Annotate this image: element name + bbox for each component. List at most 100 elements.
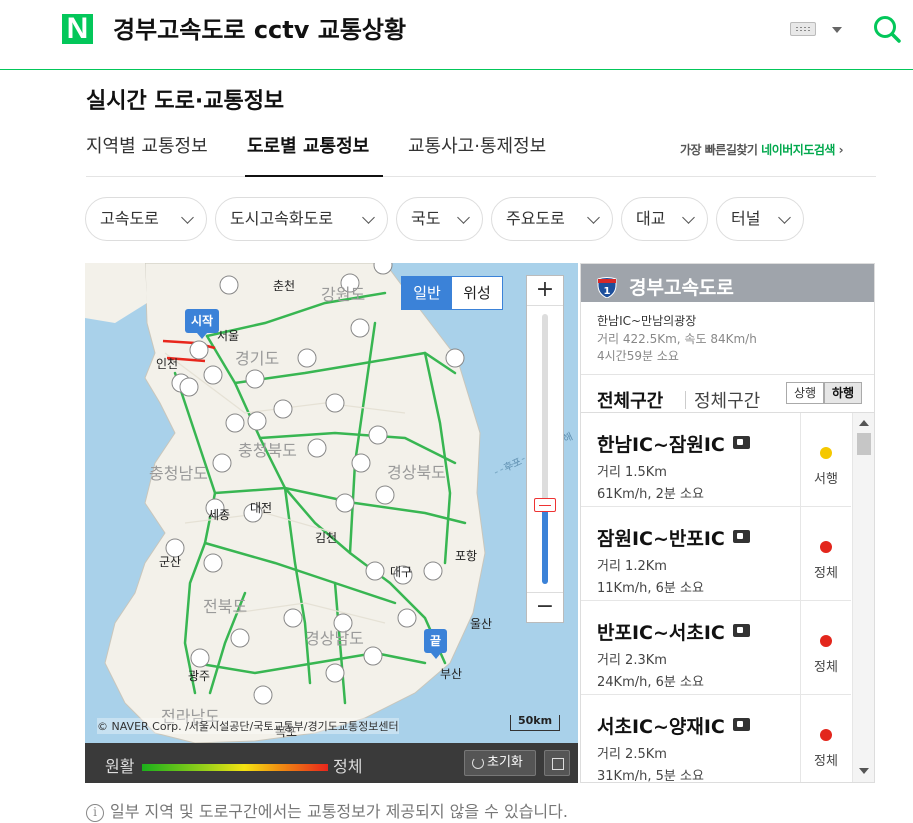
notice: i 일부 지역 및 도로구간에서는 교통정보가 제공되지 않을 수 있습니다. [86,798,568,822]
filter-bridge[interactable]: 대교 [621,197,708,241]
route-summary: 거리 422.5Km, 속도 84Km/h 4시간59분 소요 [597,331,757,365]
segment-distance: 거리 1.2Km [597,559,667,574]
highway-shield-icon: 1 [597,277,617,298]
direction-up-button[interactable]: 상행 [786,382,824,404]
subtabs-divider [581,374,874,375]
segment-divider [800,507,801,601]
map-label-city: 인천 [156,357,179,371]
segment-speed: 31Km/h, 5분 소요 [597,769,704,783]
segment-divider [800,695,801,782]
tab-accidents[interactable]: 교통사고·통제정보 [408,132,546,158]
road-info-panel: 1 경부고속도로 한남IC~만남의광장 거리 422.5Km, 속도 84Km/… [580,263,875,783]
legend-jam-label: 정체 [333,757,363,776]
chevron-down-icon [181,211,194,224]
naver-map-search-link[interactable]: 네이버지도검색 [761,143,835,157]
segment-name: 서초IC~양재IC [597,716,725,738]
search-header: N 경부고속도로 cctv 교통상황 [0,0,913,70]
map-label-prov: 경상남도 [305,629,364,648]
chevron-down-icon [362,211,375,224]
filter-tunnel[interactable]: 터널 [716,197,804,241]
map-label-city: 대구 [390,565,413,579]
map-label-city: 포항 [455,549,478,563]
subtab-separator [685,391,686,409]
segment-row[interactable]: 서초IC~양재IC 거리 2.5Km 31Km/h, 5분 소요 정체 [581,695,851,783]
traffic-map[interactable]: 춘천 강원도 서울 인천 경기도 충청북도 충청남도 경상북도 대전 세종 김천 포항 군산 대구 전북도 경… [85,263,578,743]
cctv-icon[interactable] [732,530,750,543]
segment-speed: 11Km/h, 6분 소요 [597,581,704,596]
segment-divider [800,413,801,507]
scroll-up-icon[interactable] [859,420,869,426]
cctv-icon[interactable] [732,718,750,731]
cctv-icon[interactable] [732,436,750,449]
end-pin[interactable]: 끝 [424,629,448,659]
chevron-down-icon [682,211,695,224]
maptype-normal[interactable]: 일반 [402,277,452,309]
filter-national-road[interactable]: 국도 [396,197,483,241]
map-label-prov: 강원도 [321,285,366,304]
segment-row[interactable]: 한남IC~잠원IC 거리 1.5Km 61Km/h, 2분 소요 서행 [581,413,851,507]
chevron-down-icon[interactable] [832,27,842,33]
chevron-right-icon: › [838,143,844,157]
status-dot [820,729,832,741]
search-query[interactable]: 경부고속도로 cctv 교통상황 [113,14,406,46]
tab-congested-sections[interactable]: 정체구간 [694,387,760,413]
refresh-icon [472,757,484,769]
section-title: 실시간 도로·교통정보 [86,89,285,114]
fastest-route-link[interactable]: 가장 빠른길찾기 네이버지도검색 › [680,141,844,158]
map-label-prov: 경상북도 [387,463,446,482]
filter-label: 대교 [636,209,666,228]
maptype-satellite[interactable]: 위성 [452,277,502,309]
cctv-icon[interactable] [732,624,750,637]
filter-urban-expressway[interactable]: 도시고속화도로 [215,197,388,241]
map-label-city: 대전 [250,501,273,515]
filter-highway[interactable]: 고속도로 [85,197,207,241]
segment-status: 정체 [814,660,838,675]
map-label-city: 김천 [315,531,338,545]
keyboard-icon[interactable] [790,22,816,36]
segment-name: 잠원IC~반포IC [597,528,725,550]
segment-row[interactable]: 잠원IC~반포IC 거리 1.2Km 11Km/h, 6분 소요 정체 [581,507,851,601]
map-label-prov: 충청남도 [149,464,208,483]
info-icon: i [86,804,104,822]
map-label-city: 세종 [208,508,231,522]
status-dot [820,541,832,553]
zoom-handle[interactable] [534,498,556,512]
zoom-out-button[interactable]: − [527,592,563,622]
map-copyright: © NAVER Corp. /서울시설공단/국토교통부/경기도교통정보센터 [97,718,399,734]
tab-road[interactable]: 도로별 교통정보 [247,132,369,158]
scroll-thumb[interactable] [857,433,871,455]
segment-row[interactable]: 반포IC~서초IC 거리 2.3Km 24Km/h, 6분 소요 정체 [581,601,851,695]
reset-button[interactable]: 초기화 [464,750,536,776]
naver-logo[interactable]: N [62,14,93,44]
scroll-down-icon[interactable] [859,768,869,774]
tab-all-sections[interactable]: 전체구간 [597,387,663,413]
segment-distance: 거리 2.3Km [597,653,667,668]
search-icon[interactable] [872,14,902,44]
map-label-city: 서울 [217,329,240,343]
filter-label: 주요도로 [506,209,565,228]
tab-regional[interactable]: 지역별 교통정보 [86,132,208,158]
filter-main-road[interactable]: 주요도로 [491,197,613,241]
tabs-divider [86,176,876,177]
zoom-in-button[interactable]: + [527,276,563,306]
korea-landmass [104,263,486,743]
map-label-city: 군산 [159,555,182,569]
chevron-down-icon [587,211,600,224]
segment-name: 반포IC~서초IC [597,622,725,644]
expand-map-button[interactable] [544,750,570,776]
segment-list-scrollbar[interactable] [852,413,874,782]
maptype-toggle[interactable]: 일반 위성 [401,276,503,310]
start-pin[interactable]: 시작 [185,309,220,339]
filter-label: 도시고속화도로 [230,209,334,228]
chevron-down-icon [778,211,791,224]
fastest-route-prefix: 가장 빠른길찾기 [680,143,758,157]
direction-down-button[interactable]: 하행 [824,382,862,404]
notice-text: 일부 지역 및 도로구간에서는 교통정보가 제공되지 않을 수 있습니다. [110,802,568,821]
road-title: 경부고속도로 [629,277,734,299]
map-canvas[interactable] [85,263,578,743]
map-label-prov: 충청북도 [238,441,297,460]
map-label-city: 광주 [188,669,211,683]
legend-gradient [142,764,328,771]
route-duration: 4시간59분 소요 [597,349,679,363]
zoom-control[interactable]: + − [526,275,564,623]
